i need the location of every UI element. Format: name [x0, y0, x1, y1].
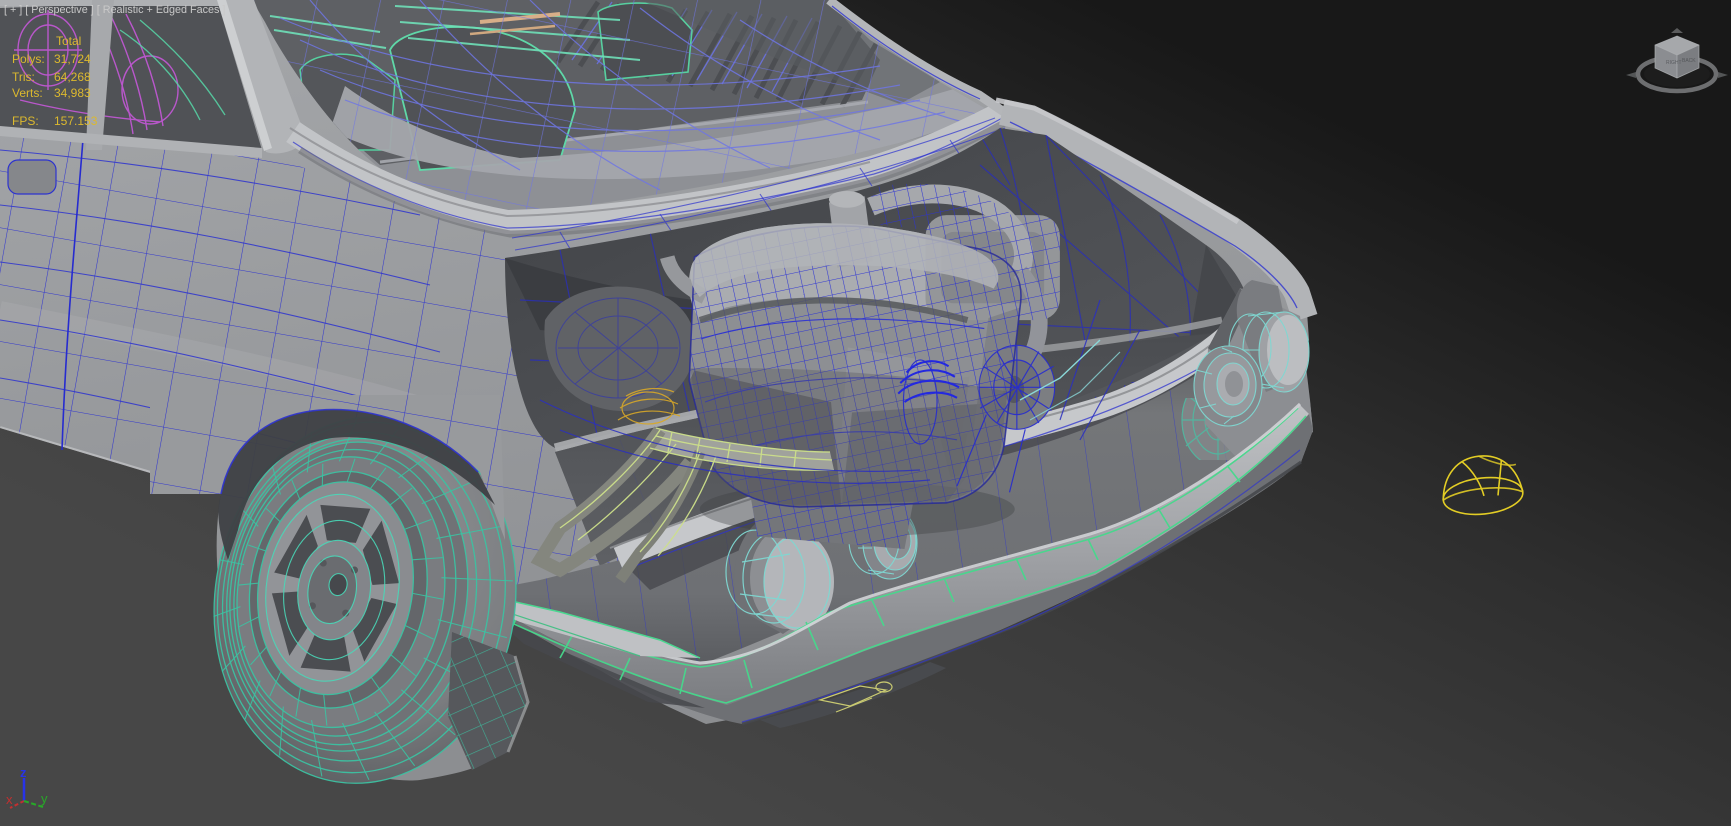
svg-text:BACK: BACK [1682, 58, 1696, 64]
svg-text:Verts:: Verts: [12, 86, 43, 100]
svg-text:z: z [20, 765, 27, 780]
svg-text:Polys:: Polys: [12, 52, 45, 66]
svg-text:157.153: 157.153 [54, 114, 98, 128]
svg-text:y: y [41, 791, 48, 806]
svg-text:34,983: 34,983 [54, 86, 91, 100]
svg-text:64,268: 64,268 [54, 70, 91, 84]
svg-text:Tris:: Tris: [12, 70, 35, 84]
svg-text:[ + ] [ Perspective ] [ Realis: [ + ] [ Perspective ] [ Realistic + Edge… [4, 4, 225, 16]
svg-text:RIGHT: RIGHT [1666, 60, 1682, 66]
svg-text:x: x [6, 792, 13, 807]
svg-text:31,724: 31,724 [54, 52, 91, 66]
svg-text:FPS:: FPS: [12, 114, 39, 128]
svg-text:Total: Total [56, 34, 81, 48]
